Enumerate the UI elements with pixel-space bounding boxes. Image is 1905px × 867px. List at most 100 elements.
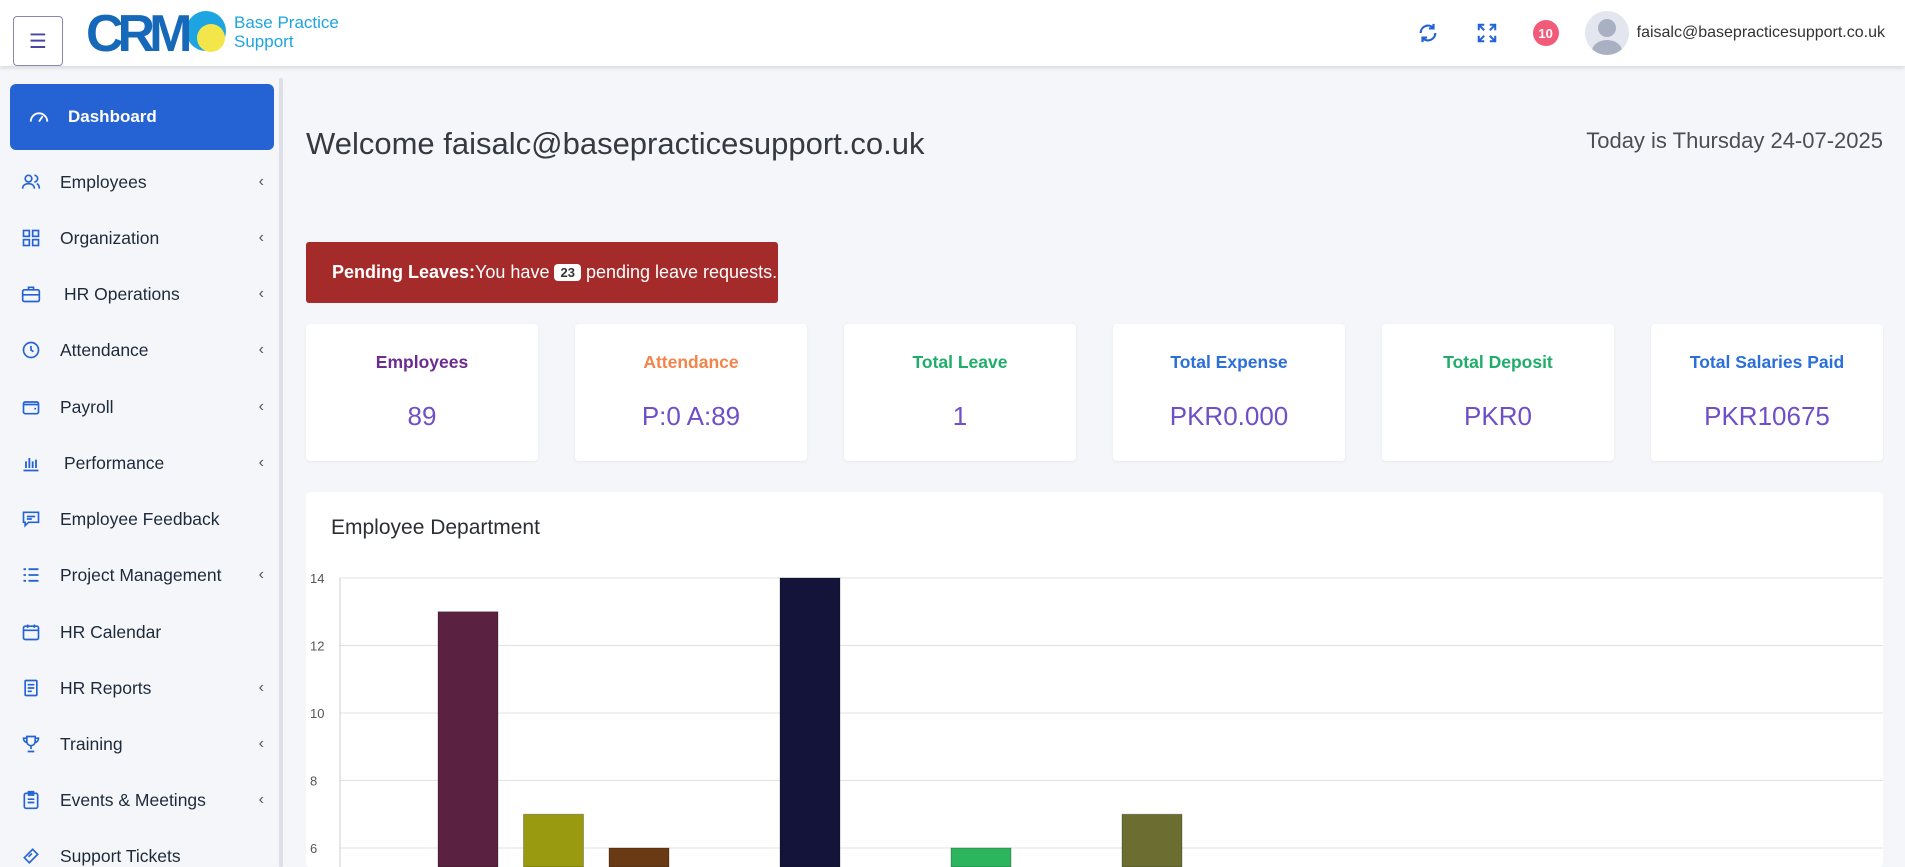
stat-value: PKR0.000 [1169, 401, 1289, 431]
grid-icon [20, 227, 42, 249]
sidebar-item-hr-operations[interactable]: HR Operations ‹ [20, 274, 270, 314]
crm-logo-icon: CRM [86, 5, 226, 59]
y-tick-label: 10 [310, 706, 324, 721]
sidebar-item-label: HR Reports [60, 677, 152, 698]
stat-value: PKR10675 [1704, 401, 1830, 431]
sidebar-item-label: Organization [60, 227, 160, 248]
sidebar-item-employee-feedback[interactable]: Employee Feedback [20, 499, 270, 539]
chevron-left-icon: ‹ [258, 229, 264, 246]
stat-value: 89 [407, 401, 437, 431]
top-bar: ☰ CRM Base Practice Support 10 faisalc@b… [0, 0, 1905, 66]
sidebar-item-hr-reports[interactable]: HR Reports ‹ [20, 668, 270, 708]
user-email[interactable]: faisalc@basepracticesupport.co.uk [1637, 24, 1885, 42]
sidebar-item-label: Employees [60, 171, 147, 192]
feedback-icon [20, 508, 42, 530]
sidebar-item-label: Support Tickets [60, 845, 181, 866]
trophy-icon [20, 733, 42, 755]
svg-text:CRM: CRM [86, 5, 189, 59]
y-tick-label: 6 [310, 841, 317, 856]
chevron-left-icon: ‹ [258, 566, 264, 583]
stat-value: 1 [952, 401, 968, 431]
sidebar-item-support-tickets[interactable]: Support Tickets [20, 836, 270, 867]
sidebar-item-label: HR Calendar [60, 621, 162, 642]
logo-text-line2: Support [234, 32, 294, 51]
stat-label: Employees [375, 352, 469, 372]
employee-department-chart: Employee Department 6 8 10 12 14 [306, 492, 1883, 867]
bar-chart: 6 8 10 12 14 [310, 571, 1883, 867]
stat-card-total-expense[interactable]: Total Expense PKR0.000 [1113, 324, 1345, 461]
sidebar-item-label: Project Management [60, 564, 222, 585]
refresh-button[interactable] [1408, 13, 1448, 53]
sidebar-scrollbar[interactable] [279, 78, 283, 867]
sidebar-item-training[interactable]: Training ‹ [20, 724, 270, 764]
stat-card-attendance[interactable]: Attendance P:0 A:89 [575, 324, 807, 461]
sidebar-item-label: Payroll [60, 396, 114, 417]
sidebar-item-organization[interactable]: Organization ‹ [20, 218, 270, 258]
notifications-button[interactable]: 10 [1526, 13, 1566, 53]
sidebar-item-payroll[interactable]: Payroll ‹ [20, 387, 270, 427]
sidebar-item-attendance[interactable]: Attendance ‹ [20, 330, 270, 370]
sidebar-item-label: Events & Meetings [60, 789, 206, 810]
sidebar-item-label: Dashboard [68, 107, 157, 126]
chevron-left-icon: ‹ [258, 791, 264, 808]
chevron-left-icon: ‹ [258, 285, 264, 302]
sidebar-item-employees[interactable]: Employees ‹ [20, 162, 270, 202]
sidebar-item-events-meetings[interactable]: Events & Meetings ‹ [20, 780, 270, 820]
today-date: Today is Thursday 24-07-2025 [1586, 128, 1883, 153]
refresh-icon [1419, 23, 1437, 43]
fullscreen-button[interactable] [1467, 13, 1507, 53]
ticket-icon [20, 845, 42, 867]
sidebar: Dashboard Employees ‹ Organization ‹ HR … [0, 66, 283, 867]
welcome-heading: Welcome faisalc@basepracticesupport.co.u… [306, 126, 925, 161]
stat-label: Total Leave [912, 352, 1008, 372]
y-tick-label: 12 [310, 639, 324, 654]
pending-count-badge: 23 [554, 264, 581, 281]
list-icon [20, 564, 42, 586]
stat-label: Attendance [643, 352, 739, 372]
sidebar-item-label: Performance [64, 452, 165, 473]
sidebar-item-performance[interactable]: Performance ‹ [20, 443, 270, 483]
stat-label: Total Deposit [1443, 352, 1553, 372]
avatar[interactable] [1584, 11, 1629, 55]
chevron-left-icon: ‹ [258, 454, 264, 471]
expand-icon [1477, 23, 1496, 43]
notification-badge: 10 [1532, 20, 1559, 46]
sidebar-item-label: HR Operations [64, 283, 180, 304]
alert-title: Pending Leaves: [332, 262, 476, 282]
chevron-left-icon: ‹ [258, 735, 264, 752]
chart-bar[interactable] [1121, 813, 1183, 867]
stat-card-total-salaries-paid[interactable]: Total Salaries Paid PKR10675 [1651, 324, 1883, 461]
chart-bar[interactable] [779, 577, 841, 867]
sidebar-item-dashboard[interactable]: Dashboard [10, 84, 274, 150]
stat-value: P:0 A:89 [641, 401, 741, 431]
hamburger-menu-button[interactable]: ☰ [13, 16, 63, 66]
stat-card-total-deposit[interactable]: Total Deposit PKR0 [1382, 324, 1614, 461]
pending-leaves-alert[interactable]: Pending Leaves: You have 23 pending leav… [306, 242, 778, 303]
chevron-left-icon: ‹ [258, 173, 264, 190]
stat-card-employees[interactable]: Employees 89 [306, 324, 538, 461]
chart-bar[interactable] [437, 611, 499, 867]
stat-label: Total Salaries Paid [1689, 352, 1845, 372]
chart-bar[interactable] [608, 847, 670, 867]
top-actions: 10 faisalc@basepracticesupport.co.uk [1408, 0, 1905, 66]
y-tick-label: 14 [310, 571, 324, 586]
wallet-icon [20, 396, 42, 418]
y-tick-label: 8 [310, 774, 317, 789]
chart-bar[interactable] [950, 847, 1012, 867]
chart-bar[interactable] [523, 813, 584, 867]
logo-text-line1: Base Practice [234, 13, 339, 32]
stat-card-total-leave[interactable]: Total Leave 1 [844, 324, 1076, 461]
chevron-left-icon: ‹ [258, 341, 264, 358]
clipboard-icon [20, 789, 42, 811]
sidebar-item-hr-calendar[interactable]: HR Calendar [20, 612, 270, 652]
speedometer-icon [28, 106, 50, 128]
chevron-left-icon: ‹ [258, 679, 264, 696]
alert-suffix: pending leave requests. [585, 262, 778, 282]
logo[interactable]: CRM Base Practice Support [86, 4, 339, 60]
users-icon [20, 171, 42, 193]
sidebar-item-project-management[interactable]: Project Management ‹ [20, 555, 270, 595]
bar-chart-icon [20, 452, 42, 474]
clock-icon [20, 339, 42, 361]
logo-text: Base Practice Support [234, 13, 339, 51]
chevron-left-icon: ‹ [258, 398, 264, 415]
